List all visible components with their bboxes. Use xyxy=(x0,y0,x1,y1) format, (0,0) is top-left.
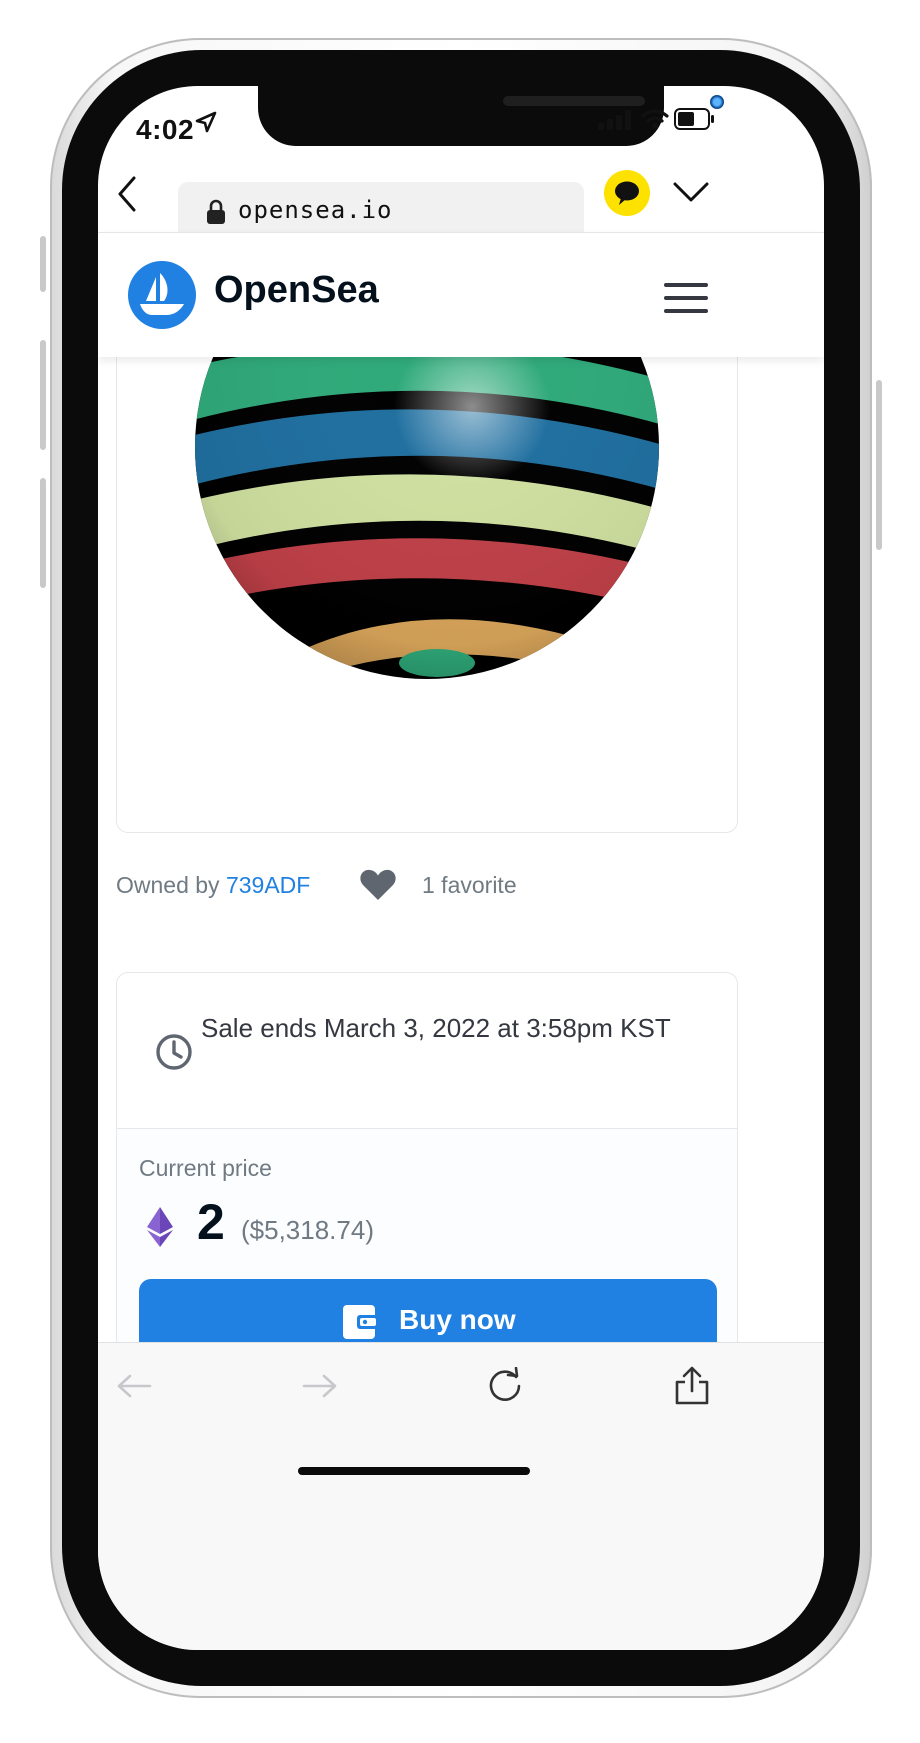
clock-icon xyxy=(156,1034,192,1070)
hamburger-icon[interactable] xyxy=(664,283,708,313)
buy-now-label: Buy now xyxy=(399,1304,516,1335)
speaker-grille xyxy=(503,96,645,106)
owner-link[interactable]: 739ADF xyxy=(226,872,310,898)
price-value: 2 xyxy=(197,1194,225,1250)
lock-icon xyxy=(207,199,225,224)
forward-arrow-icon[interactable] xyxy=(302,1373,338,1399)
chevron-left-icon[interactable] xyxy=(116,176,140,212)
nft-artwork-card[interactable] xyxy=(116,286,738,833)
url-text: opensea.io xyxy=(238,196,393,224)
reload-icon[interactable] xyxy=(486,1367,524,1405)
site-header: OpenSea xyxy=(98,232,824,357)
signal-icon xyxy=(598,110,631,130)
power-button xyxy=(876,380,882,550)
heart-icon[interactable] xyxy=(360,869,396,901)
price-usd: ($5,318.74) xyxy=(241,1215,374,1245)
battery-icon xyxy=(674,108,714,130)
owner-row: Owned by 739ADF xyxy=(116,872,310,899)
ethereum-icon xyxy=(147,1207,173,1247)
browser-toolbar xyxy=(98,1342,824,1650)
owned-by-label: Owned by xyxy=(116,872,220,898)
kakao-talk-icon[interactable] xyxy=(604,170,650,216)
phone-screen: 4:02 opensea.io OpenSea Owned by 739ADF … xyxy=(98,86,824,1650)
silent-switch xyxy=(40,236,46,292)
volume-up-button xyxy=(40,340,46,450)
wifi-icon xyxy=(641,109,669,129)
share-icon[interactable] xyxy=(674,1365,710,1405)
price-label: Current price xyxy=(139,1155,272,1181)
back-arrow-icon[interactable] xyxy=(116,1373,152,1399)
home-indicator[interactable] xyxy=(298,1467,530,1475)
sale-ends-text: Sale ends March 3, 2022 at 3:58pm KST xyxy=(201,1013,671,1043)
favorites-count[interactable]: 1 favorite xyxy=(422,872,517,899)
wallet-icon xyxy=(343,1305,379,1339)
location-arrow-icon xyxy=(195,111,217,133)
chevron-down-icon[interactable] xyxy=(672,180,710,204)
brand-name[interactable]: OpenSea xyxy=(214,269,379,312)
volume-down-button xyxy=(40,478,46,588)
opensea-ship-icon[interactable] xyxy=(128,261,196,329)
nft-image[interactable] xyxy=(187,287,667,767)
status-time: 4:02 xyxy=(136,114,195,145)
